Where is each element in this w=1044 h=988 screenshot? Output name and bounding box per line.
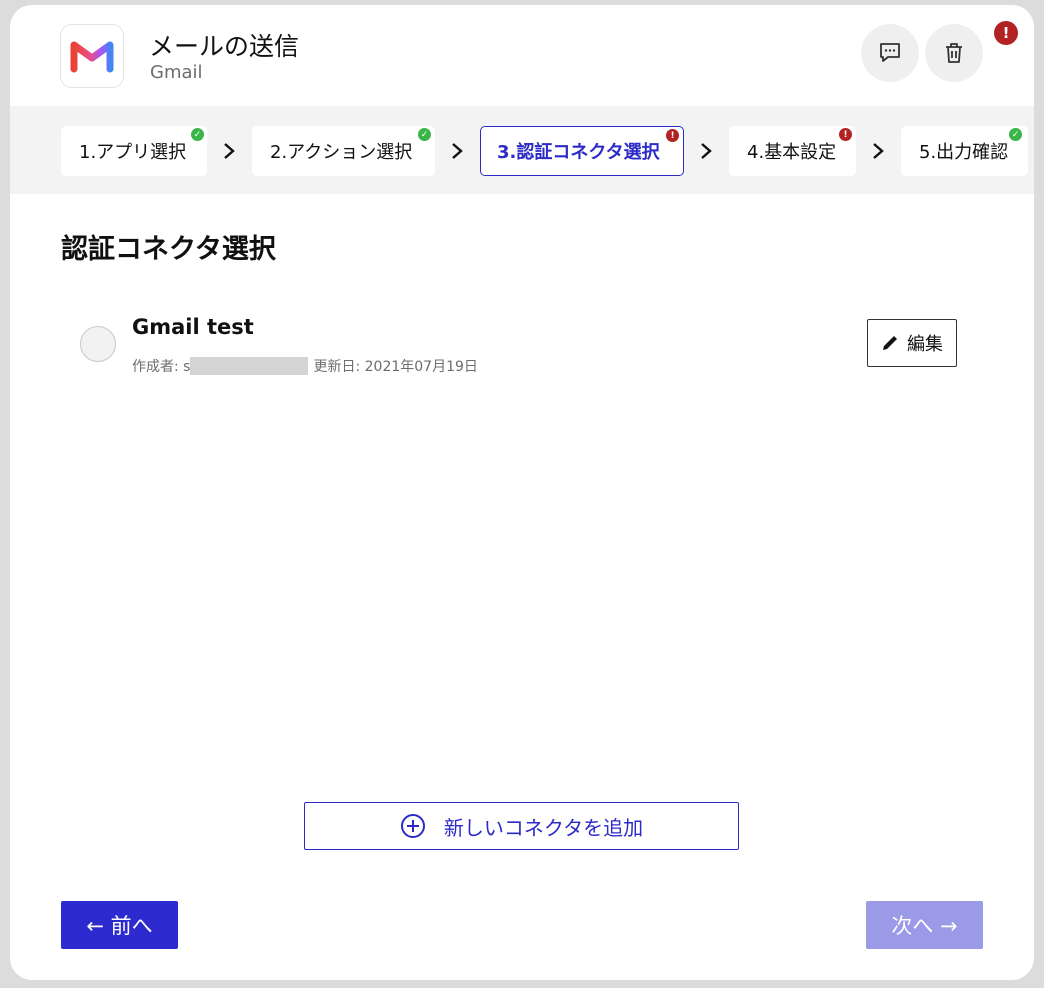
chevron-right-icon: [452, 143, 463, 159]
step-basic-settings[interactable]: 4.基本設定 !: [729, 126, 856, 176]
alert-badge: !: [994, 21, 1018, 45]
step-label: 2.アクション選択: [270, 142, 413, 163]
add-connector-button[interactable]: 新しいコネクタを追加: [304, 802, 739, 850]
chevron-right-icon: [701, 143, 712, 159]
plus-circle-icon: [400, 814, 425, 838]
step-output-confirm[interactable]: 5.出力確認 ✓: [901, 126, 1028, 176]
step-label: 1.アプリ選択: [79, 142, 187, 163]
section-title: 認証コネクタ選択: [61, 234, 276, 265]
step-navigation: 1.アプリ選択 ✓ 2.アクション選択 ✓ 3.認証コネクタ選択 ! 4.基本設…: [10, 106, 1034, 194]
next-button[interactable]: 次へ →: [866, 901, 983, 949]
connector-settings-card: メールの送信 Gmail ! 1.アプリ選択 ✓ 2.アクション選択 ✓ 3.認…: [10, 5, 1034, 980]
connector-updated: 更新日: 2021年07月19日: [313, 359, 478, 375]
app-name: Gmail: [150, 62, 203, 83]
edit-label: 編集: [907, 334, 943, 355]
step-label: 3.認証コネクタ選択: [497, 142, 660, 163]
comment-icon: [880, 43, 900, 62]
prev-button[interactable]: ← 前へ: [61, 901, 178, 949]
comment-button[interactable]: [861, 24, 919, 82]
pencil-icon: [883, 336, 897, 350]
page-title: メールの送信: [149, 32, 300, 61]
check-icon: ✓: [418, 128, 431, 141]
step-app-select[interactable]: 1.アプリ選択 ✓: [61, 126, 207, 176]
trash-icon: [946, 43, 962, 63]
redacted-author: [190, 357, 309, 375]
connector-radio[interactable]: [80, 326, 116, 362]
step-label: 4.基本設定: [747, 142, 837, 163]
prev-label: ← 前へ: [86, 914, 153, 938]
delete-button[interactable]: [925, 24, 983, 82]
add-connector-label: 新しいコネクタを追加: [443, 815, 644, 840]
gmail-logo-icon: [60, 24, 124, 88]
step-label: 5.出力確認: [919, 142, 1009, 163]
error-icon: !: [666, 129, 679, 142]
connector-name: Gmail test: [132, 315, 254, 339]
chevron-right-icon: [873, 143, 884, 159]
step-action-select[interactable]: 2.アクション選択 ✓: [252, 126, 435, 176]
next-label: 次へ →: [891, 914, 958, 938]
connector-author: 作成者: s: [132, 359, 191, 375]
edit-connector-button[interactable]: 編集: [867, 319, 957, 367]
check-icon: ✓: [191, 128, 204, 141]
step-auth-connector-select[interactable]: 3.認証コネクタ選択 !: [480, 126, 684, 176]
chevron-right-icon: [224, 143, 235, 159]
connector-meta: 作成者: s 更新日: 2021年07月19日: [132, 356, 478, 376]
check-icon: ✓: [1009, 128, 1022, 141]
error-icon: !: [839, 128, 852, 141]
